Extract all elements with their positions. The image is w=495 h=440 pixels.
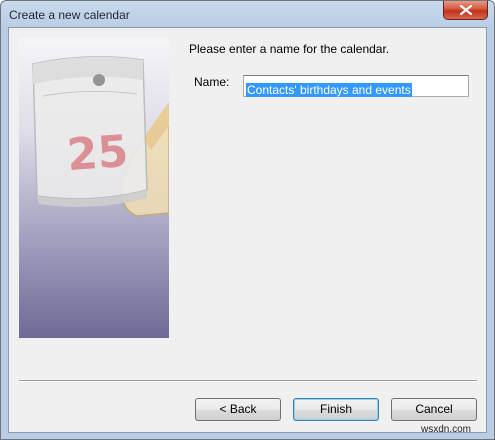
calendar-day-number: 25 [65,125,130,182]
calendar-name-field[interactable]: Contacts' birthdays and events [243,75,469,97]
wizard-side-panel: 25 [19,38,169,338]
watermark: wsxdn.com [421,424,472,435]
name-prompt: Please enter a name for the calendar. [189,42,390,56]
dialog-body: 25 Please enter a name for the calendar.… [8,27,487,433]
back-button[interactable]: < Back [195,398,281,421]
calendar-name-value: Contacts' birthdays and events [246,83,412,97]
title-bar[interactable]: Create a new calendar [1,1,494,27]
calendar-illustration-icon [32,56,169,217]
close-icon [460,5,472,15]
finish-button[interactable]: Finish [293,398,379,421]
create-calendar-dialog: Create a new calendar 25 Please enter a … [0,0,495,440]
name-label: Name: [194,75,230,89]
button-separator [19,380,477,382]
close-button[interactable] [443,1,488,20]
window-title: Create a new calendar [9,8,130,22]
cancel-button[interactable]: Cancel [391,398,477,421]
